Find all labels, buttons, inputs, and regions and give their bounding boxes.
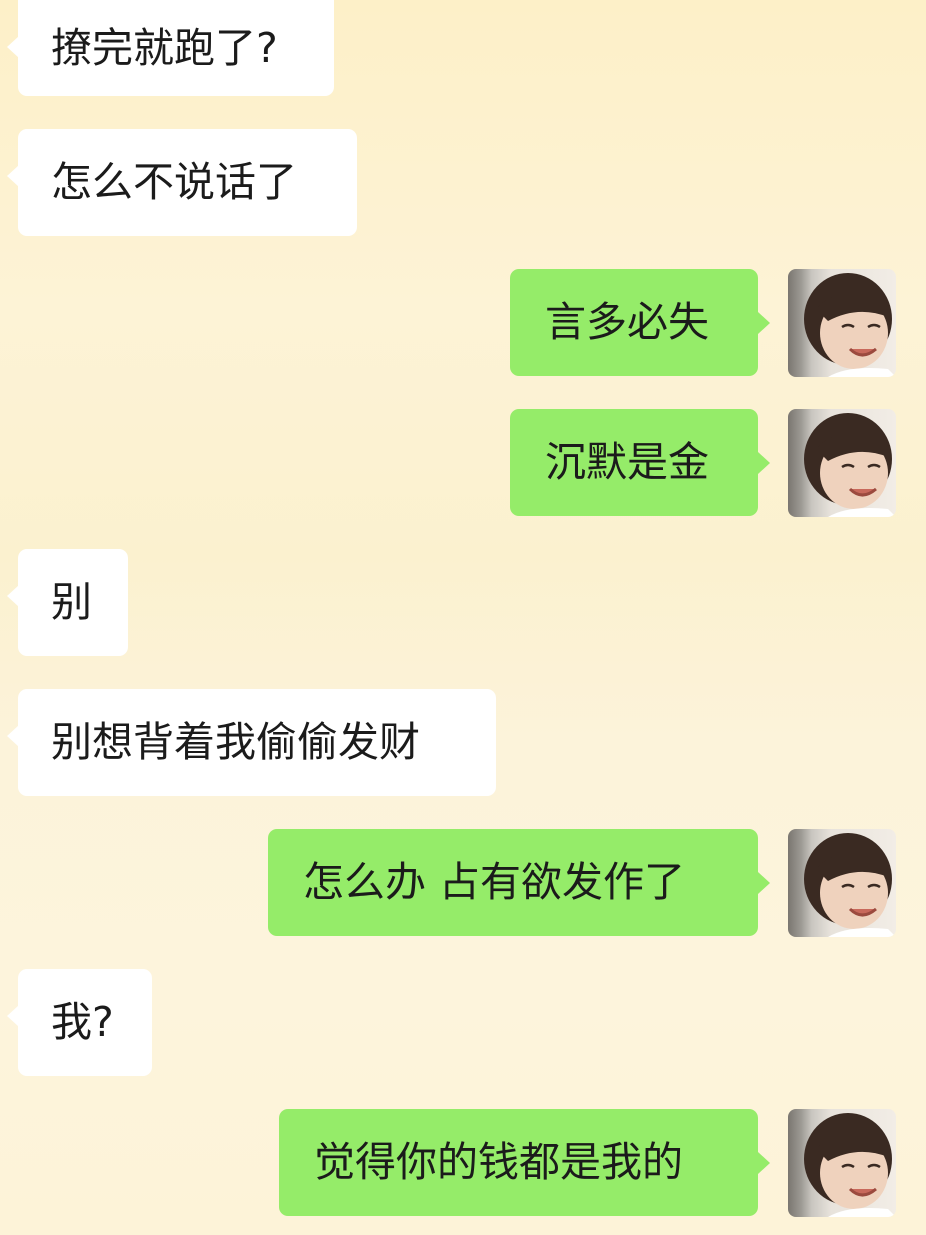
message-text: 言多必失 <box>545 298 709 346</box>
user-avatar[interactable] <box>788 829 896 937</box>
user-avatar[interactable] <box>788 269 896 377</box>
incoming-message-bubble[interactable]: 我? <box>7 969 152 1076</box>
message-text: 怎么办 占有欲发作了 <box>303 858 686 906</box>
girl-photo-avatar-icon <box>804 413 896 517</box>
incoming-message-bubble[interactable]: 撩完就跑了? <box>7 0 334 96</box>
incoming-message-bubble[interactable]: 别想背着我偷偷发财 <box>7 689 496 796</box>
message-text: 别 <box>51 578 92 626</box>
message-text: 沉默是金 <box>545 438 709 486</box>
message-text: 撩完就跑了? <box>51 23 278 72</box>
outgoing-message-bubble[interactable]: 怎么办 占有欲发作了 <box>268 829 770 936</box>
girl-photo-avatar-icon <box>804 1113 896 1217</box>
user-avatar[interactable] <box>788 1109 896 1217</box>
message-text: 我? <box>51 998 114 1046</box>
girl-photo-avatar-icon <box>804 273 896 377</box>
message-text: 怎么不说话了 <box>51 158 297 206</box>
incoming-message-bubble[interactable]: 别 <box>7 549 128 656</box>
incoming-message-bubble[interactable]: 怎么不说话了 <box>7 129 357 236</box>
outgoing-message-bubble[interactable]: 言多必失 <box>510 269 770 376</box>
chat-message-list[interactable]: 撩完就跑了? 怎么不说话了 言多必失 沉默是金 别 别想背着我偷偷发财 怎么办 … <box>0 0 926 1235</box>
outgoing-message-bubble[interactable]: 觉得你的钱都是我的 <box>279 1109 770 1216</box>
girl-photo-avatar-icon <box>804 833 896 937</box>
message-text: 别想背着我偷偷发财 <box>51 718 420 766</box>
message-text: 觉得你的钱都是我的 <box>314 1138 683 1186</box>
outgoing-message-bubble[interactable]: 沉默是金 <box>510 409 770 516</box>
user-avatar[interactable] <box>788 409 896 517</box>
